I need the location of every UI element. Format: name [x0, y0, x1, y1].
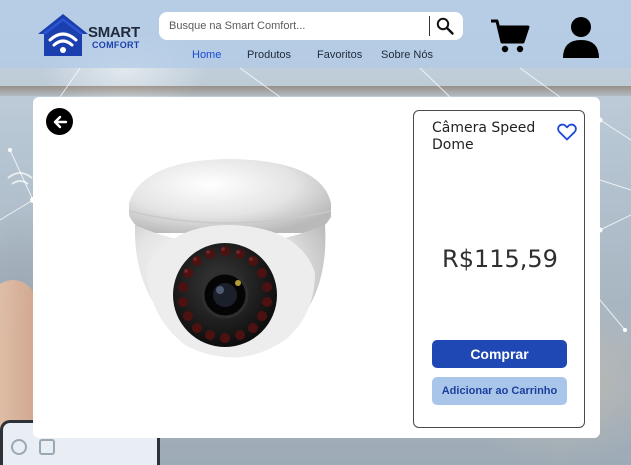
buy-button[interactable]: Comprar — [432, 340, 567, 368]
arrow-left-icon — [53, 115, 67, 128]
product-info-panel: Câmera Speed Dome R$115,59 Comprar Adici… — [413, 110, 585, 428]
product-card: Câmera Speed Dome R$115,59 Comprar Adici… — [33, 97, 600, 438]
smart-home-wifi-icon — [38, 14, 88, 56]
back-button[interactable] — [46, 108, 73, 135]
search-icon[interactable] — [436, 17, 454, 35]
phone-app-icon — [39, 439, 55, 455]
nav-home[interactable]: Home — [192, 48, 221, 62]
add-to-cart-button[interactable]: Adicionar ao Carrinho — [432, 377, 567, 405]
nav-favoritos[interactable]: Favoritos — [317, 48, 362, 62]
logo-text-comfort: COMFORT — [92, 40, 140, 50]
user-icon[interactable] — [561, 14, 601, 58]
logo[interactable]: SMART COMFORT — [36, 12, 140, 58]
nav-produtos[interactable]: Produtos — [247, 48, 291, 62]
top-header: SMART COMFORT Home Produtos Favoritos So… — [0, 0, 631, 68]
dome-security-camera — [128, 159, 332, 358]
cart-icon[interactable] — [490, 16, 530, 56]
nav-sobre-nos[interactable]: Sobre Nós — [381, 48, 433, 62]
logo-text-smart: SMART — [88, 24, 140, 41]
product-price: R$115,59 — [442, 245, 558, 273]
heart-outline-icon[interactable] — [557, 123, 577, 141]
product-name: Câmera Speed Dome — [432, 120, 536, 153]
search-bar — [159, 12, 463, 40]
phone-app-icon — [11, 439, 27, 455]
search-input[interactable] — [169, 16, 424, 36]
search-divider — [429, 16, 430, 36]
